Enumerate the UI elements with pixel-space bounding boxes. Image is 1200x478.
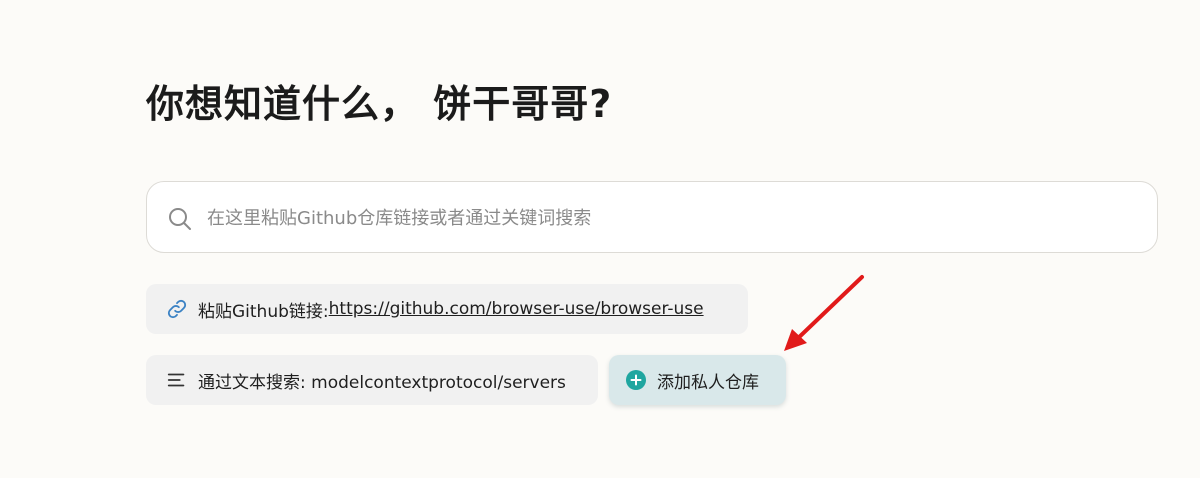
search-box[interactable] xyxy=(146,181,1158,253)
red-arrow-annotation xyxy=(784,275,864,351)
link-icon xyxy=(167,299,187,319)
example-github-url[interactable]: https://github.com/browser-use/browser-u… xyxy=(329,299,704,319)
add-private-repo-label: 添加私人仓库 xyxy=(657,372,759,393)
search-icon xyxy=(169,208,191,230)
add-private-repo-button[interactable]: 添加私人仓库 xyxy=(609,355,786,405)
paste-github-link-label: 粘贴Github链接: xyxy=(198,301,329,322)
paste-github-link-suggestion[interactable]: 粘贴Github链接: https://github.com/browser-u… xyxy=(146,284,748,334)
page-title: 你想知道什么， 饼干哥哥? xyxy=(146,82,613,126)
search-input[interactable] xyxy=(207,196,1127,240)
text-lines-icon xyxy=(167,373,185,387)
text-search-suggestion[interactable]: 通过文本搜索: modelcontextprotocol/servers xyxy=(146,355,598,405)
plus-circle-icon xyxy=(626,370,646,390)
page: 你想知道什么， 饼干哥哥? 粘贴Github链接: https://github… xyxy=(0,0,1200,478)
text-search-label: 通过文本搜索: modelcontextprotocol/servers xyxy=(198,372,566,393)
